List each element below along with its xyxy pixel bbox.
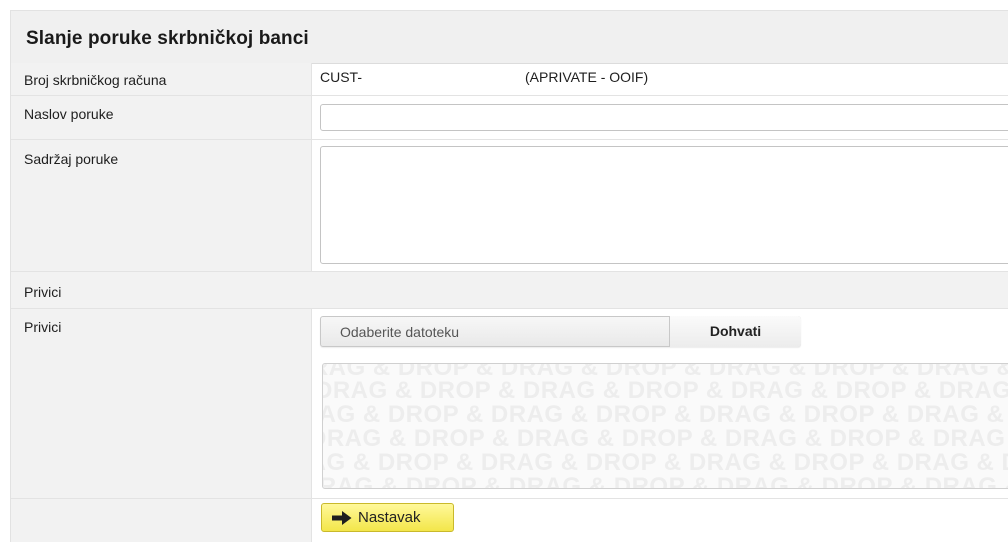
- content-row: Sadržaj poruke: [11, 140, 1008, 272]
- continue-label: Nastavak: [358, 509, 421, 526]
- attachments-heading: Privici: [24, 284, 62, 300]
- account-label: Broj skrbničkog računa: [24, 72, 167, 88]
- page-title: Slanje poruke skrbničkoj banci: [26, 28, 309, 49]
- arrow-right-icon: [332, 511, 352, 525]
- message-form-panel: Slanje poruke skrbničkoj banci Broj skrb…: [10, 10, 1008, 542]
- fetch-button[interactable]: Dohvati: [669, 316, 801, 347]
- subject-row: Naslov poruke: [11, 96, 1008, 140]
- continue-button[interactable]: Nastavak: [321, 503, 454, 532]
- subject-label: Naslov poruke: [24, 106, 114, 122]
- account-name: (APRIVATE - OOIF): [525, 69, 649, 85]
- attachments-label: Privici: [24, 319, 62, 335]
- actions-label-cell: [11, 499, 312, 542]
- subject-input[interactable]: [320, 104, 1008, 131]
- actions-row: Nastavak: [11, 499, 1008, 542]
- account-number: CUST-: [320, 69, 362, 85]
- file-picker[interactable]: Odaberite datoteku Dohvati: [320, 316, 801, 347]
- file-placeholder: Odaberite datoteku: [340, 324, 460, 340]
- attachments-heading-row: Privici: [11, 272, 1008, 309]
- account-row: Broj skrbničkog računa CUST- (APRIVATE -…: [11, 63, 1008, 96]
- drop-zone-text: DRAG & DROP & DRAG & DROP & DRAG & DROP …: [323, 473, 1008, 489]
- content-label: Sadržaj poruke: [24, 151, 119, 167]
- subject-label-cell: Naslov poruke: [11, 96, 312, 139]
- content-label-cell: Sadržaj poruke: [11, 140, 312, 271]
- attachments-row: Privici Odaberite datoteku Dohvati DRAG …: [11, 309, 1008, 499]
- attachments-label-cell: Privici: [11, 309, 312, 498]
- account-label-cell: Broj skrbničkog računa: [11, 63, 312, 95]
- drop-zone[interactable]: DRAG & DROP & DRAG & DROP & DRAG & DROP …: [322, 363, 1008, 489]
- title-bar: Slanje poruke skrbničkoj banci: [11, 11, 1008, 64]
- content-textarea[interactable]: [320, 146, 1008, 264]
